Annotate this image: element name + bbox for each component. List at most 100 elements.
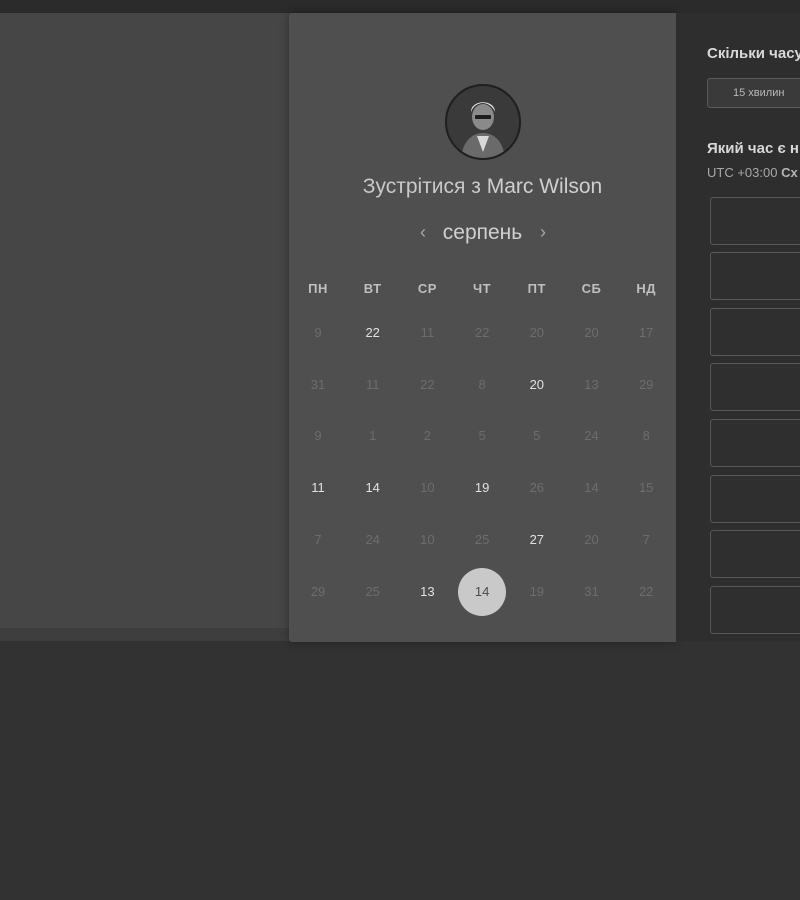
day-number: 9 <box>314 325 322 340</box>
day-number: 25 <box>474 531 490 547</box>
calendar-day: 22 <box>455 309 509 357</box>
month-navigation: ‹ серпень › <box>289 218 676 248</box>
calendar-day: 9 <box>291 309 345 357</box>
day-number: 26 <box>529 480 545 496</box>
time-title: Який час є н <box>707 140 799 157</box>
day-number: 14 <box>365 480 380 496</box>
day-number: 31 <box>584 583 599 599</box>
day-number: 13 <box>584 376 599 392</box>
day-number: 9 <box>314 428 322 444</box>
day-number: 7 <box>642 531 650 547</box>
day-number: 11 <box>365 376 380 392</box>
meeting-title: Зустрітися з Marc Wilson <box>289 175 676 199</box>
day-number: 17 <box>638 325 654 340</box>
time-slot-button[interactable] <box>710 308 800 356</box>
calendar-day: 24 <box>565 412 619 460</box>
day-number: 8 <box>478 376 486 392</box>
day-number: 20 <box>584 531 599 547</box>
day-number: 5 <box>533 428 541 444</box>
calendar-day: 14 <box>565 464 619 512</box>
calendar-day: 10 <box>400 464 454 512</box>
calendar-day: 26 <box>510 464 564 512</box>
page-bottom-area <box>0 641 800 900</box>
time-slot-button[interactable] <box>710 475 800 523</box>
calendar-day-available[interactable]: 19 <box>455 464 509 512</box>
calendar-grid: 9 22 11 22 20 20 17 31 11 22 8 20 13 29 9 1 2 5 5 24 8 11 14 10… <box>291 309 674 619</box>
day-number: 24 <box>365 531 380 547</box>
day-number: 2 <box>423 428 431 444</box>
time-slot-button[interactable] <box>710 363 800 411</box>
calendar-panel: Зустрітися з Marc Wilson ‹ серпень › ПН В… <box>289 13 676 642</box>
calendar-day: 22 <box>400 361 454 409</box>
calendar-day: 7 <box>291 516 345 564</box>
chevron-right-icon[interactable]: › <box>534 221 552 243</box>
weekday-label: СР <box>417 281 437 296</box>
calendar-day: 20 <box>565 516 619 564</box>
calendar-day: 2 <box>400 412 454 460</box>
calendar-day: 11 <box>346 361 400 409</box>
day-number: 20 <box>584 325 599 340</box>
day-number: 22 <box>365 325 380 340</box>
day-number: 27 <box>529 531 545 547</box>
calendar-day: 31 <box>565 568 619 616</box>
day-number: 14 <box>474 583 490 599</box>
day-number: 29 <box>310 583 326 599</box>
time-slot-button[interactable] <box>710 530 800 578</box>
calendar-day-available[interactable]: 22 <box>346 309 400 357</box>
calendar-day: 19 <box>510 568 564 616</box>
time-slot-button[interactable] <box>710 197 800 245</box>
calendar-day: 11 <box>400 309 454 357</box>
top-bar <box>0 0 800 13</box>
day-number: 10 <box>420 531 435 547</box>
calendar-day: 1 <box>346 412 400 460</box>
day-number: 29 <box>638 376 654 392</box>
weekday-label: ЧТ <box>473 281 492 296</box>
day-number: 8 <box>642 428 650 444</box>
calendar-day-available[interactable]: 11 <box>291 464 345 512</box>
scheduler-panel: Скільки часу 15 хвилин Який час є н UTC … <box>676 13 800 641</box>
day-number: 24 <box>584 428 599 444</box>
calendar-day: 17 <box>619 309 673 357</box>
calendar-day: 29 <box>291 568 345 616</box>
calendar-day: 7 <box>619 516 673 564</box>
time-slot-button[interactable] <box>710 419 800 467</box>
calendar-day-available[interactable]: 14 <box>346 464 400 512</box>
timezone-name: Сх <box>781 165 798 180</box>
day-number: 19 <box>529 583 545 599</box>
day-number: 25 <box>365 583 380 599</box>
calendar-day: 20 <box>565 309 619 357</box>
day-number: 19 <box>474 480 490 496</box>
duration-option-button[interactable]: 15 хвилин <box>707 78 800 108</box>
calendar-day: 29 <box>619 361 673 409</box>
calendar-day-available[interactable]: 20 <box>510 361 564 409</box>
calendar-day: 25 <box>455 516 509 564</box>
calendar-day: 22 <box>619 568 673 616</box>
day-number: 22 <box>474 325 490 340</box>
timezone-label: UTC +03:00 Сх <box>707 165 798 180</box>
timezone-offset: UTC +03:00 <box>707 165 778 180</box>
calendar-day-available[interactable]: 13 <box>400 568 454 616</box>
title-prefix: Зустрітися з <box>362 175 481 198</box>
day-number: 31 <box>310 376 326 392</box>
day-number: 7 <box>314 531 322 547</box>
host-avatar <box>445 84 521 160</box>
host-name: Marc Wilson <box>486 175 603 198</box>
calendar-day: 5 <box>455 412 509 460</box>
time-slot-button[interactable] <box>710 586 800 634</box>
calendar-day: 20 <box>510 309 564 357</box>
day-number: 20 <box>529 325 545 340</box>
day-number: 14 <box>584 480 599 496</box>
day-number: 15 <box>638 480 654 496</box>
calendar-day-selected[interactable]: 14 <box>455 567 509 616</box>
calendar-day: 31 <box>291 361 345 409</box>
month-label: серпень <box>442 221 523 244</box>
weekday-label: ВТ <box>363 281 382 296</box>
day-number: 13 <box>420 583 435 599</box>
calendar-day: 8 <box>619 412 673 460</box>
day-number: 11 <box>420 325 435 340</box>
calendar-day-available[interactable]: 27 <box>510 516 564 564</box>
calendar-day: 25 <box>346 568 400 616</box>
weekday-label: ПТ <box>527 281 546 296</box>
time-slot-button[interactable] <box>710 252 800 300</box>
day-number: 5 <box>478 428 486 444</box>
